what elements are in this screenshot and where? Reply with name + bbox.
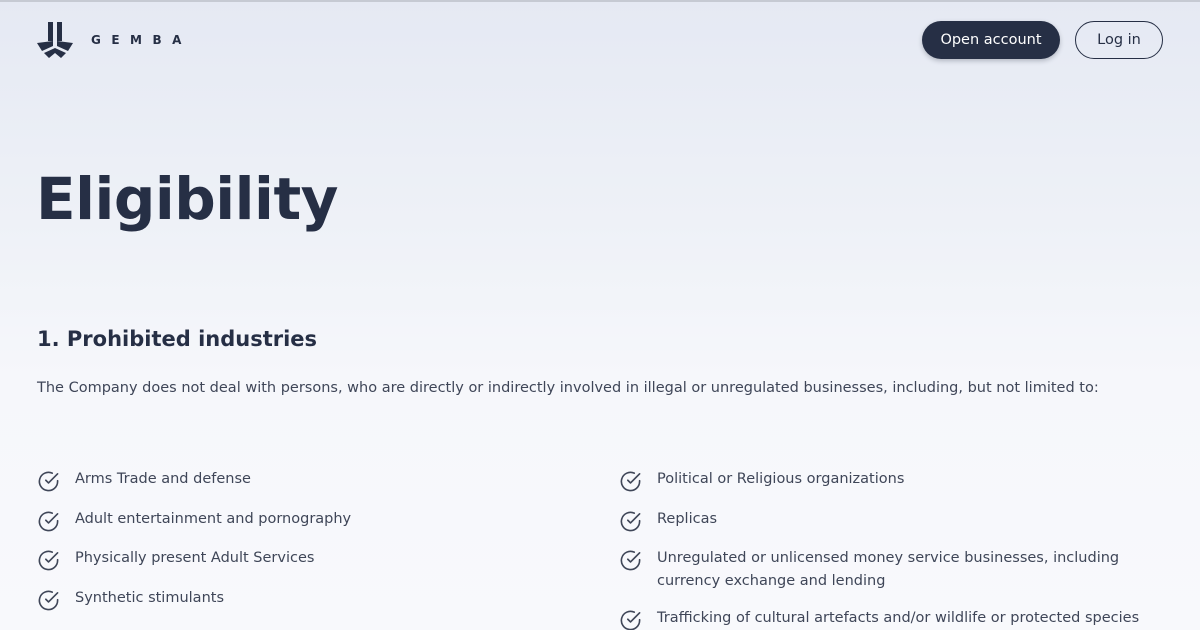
check-circle-icon [38,550,59,571]
brand-logo[interactable]: GEMBA [37,22,192,58]
page-title: Eligibility [36,165,338,233]
check-circle-icon [620,610,641,630]
list-item: Adult entertainment and pornography [37,508,537,548]
gemba-logo-icon [37,22,73,58]
check-circle-icon [620,511,641,531]
brand-name: GEMBA [91,33,192,47]
list-item: Arms Trade and defense [37,468,537,508]
section-heading: 1. Prohibited industries [37,327,318,351]
list-item-label: Arms Trade and defense [75,471,251,487]
list-item-label: Unregulated or unlicensed money service … [657,550,1120,589]
list-item: Synthetic stimulants [37,587,537,627]
list-item-label: Replicas [657,510,718,527]
section-intro: The Company does not deal with persons, … [37,380,1099,396]
list-item: Political or Religious organizations [619,468,1179,508]
list-item: Replicas [619,508,1179,548]
check-circle-icon [620,550,641,571]
check-circle-icon [38,590,59,610]
open-account-button[interactable]: Open account [922,21,1060,59]
list-item: Physically present Adult Services [37,547,537,587]
list-item-label: Political or Religious organizations [657,471,905,487]
list-item: Unregulated or unlicensed money service … [619,547,1179,607]
list-item-label: Synthetic stimulants [75,589,224,606]
login-button[interactable]: Log in [1075,21,1163,59]
list-item: Trafficking of cultural artefacts and/or… [619,607,1179,630]
prohibited-list-right: Political or Religious organizations Rep… [619,468,1179,630]
check-circle-icon [38,471,59,492]
list-item-label: Trafficking of cultural artefacts and/or… [657,610,1140,626]
site-header: GEMBA Open account Log in [0,2,1200,82]
check-circle-icon [38,511,59,531]
check-circle-icon [620,471,641,492]
prohibited-list-left: Arms Trade and defense Adult entertainme… [37,468,537,626]
list-item-label: Adult entertainment and pornography [75,510,352,527]
list-item-label: Physically present Adult Services [75,550,315,566]
